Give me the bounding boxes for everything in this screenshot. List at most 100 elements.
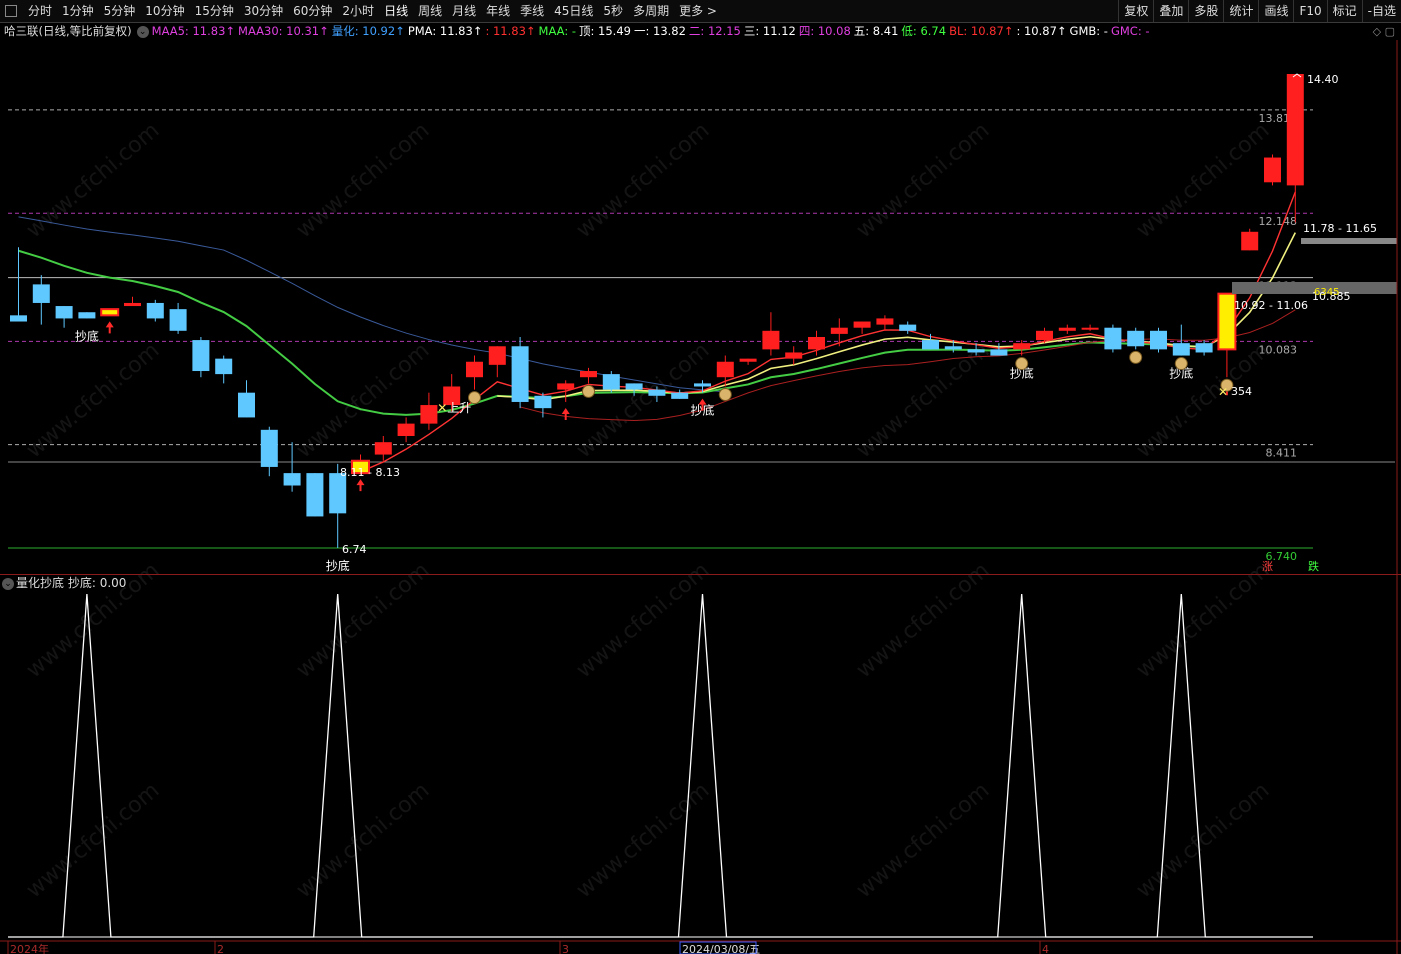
cross-icon: ✕ [437,401,447,415]
candle-body [830,327,848,334]
candle-body [100,308,120,317]
watermark-text: www.cfchi.com [22,778,164,903]
candle-body [1013,343,1031,350]
candle-body [283,473,301,486]
date-label: 3 [562,943,569,954]
candle-body [1195,343,1213,353]
candle-body [488,346,506,365]
candle-body [671,392,689,399]
candle-body [990,349,1008,356]
candle-body [853,321,871,328]
candle-body [944,346,962,350]
candle-body [466,361,483,378]
chevron-down-icon[interactable]: ⌄ [2,577,14,590]
candle-body [397,423,415,436]
candle-body [739,358,757,362]
candle-body [876,318,894,325]
watermark-text: www.cfchi.com [572,118,714,243]
low-price-label: 6.74 [342,543,367,556]
indicator-value: 抄底: 0.00 [67,576,127,590]
date-label: 4 [1042,943,1049,954]
coin-icon [582,384,595,398]
date-label: 2024年 [10,942,49,954]
watermark-text: www.cfchi.com [852,778,994,903]
indicator-name: 量化抄底 [16,576,65,590]
candle-body [1081,327,1099,330]
candle-body [78,312,96,319]
candle-body [169,309,187,331]
watermark-text: www.cfchi.com [292,118,434,243]
fall-label: 跌 [1308,559,1319,573]
price-level-label: 8.411 [1266,447,1298,460]
candle-body [306,473,324,517]
indicator-label: ⌄ 量化抄底 抄底: 0.00 [2,576,126,590]
panel-divider [0,574,1401,575]
candle-body [1241,231,1259,251]
candle-body [192,340,210,372]
candle-body [238,392,255,418]
cross-icon: ✕ [1218,385,1228,399]
candle-body [808,336,825,350]
candle-body [1058,327,1076,331]
watermark-text: www.cfchi.com [292,558,434,683]
candle-body [1264,157,1281,183]
date-label: 2 [217,943,224,954]
candle-body [1172,343,1190,356]
coin-icon [1129,350,1143,364]
watermark-text: www.cfchi.com [852,558,994,683]
watermark-text: www.cfchi.com [852,118,994,243]
candle-body [1036,330,1053,341]
candle-body [694,383,711,387]
candle-body [1286,74,1304,186]
right-value-2-label: 6345 [1314,287,1339,298]
candle-body [215,358,233,375]
candle-body [648,389,666,396]
price-level-label: 12.148 [1259,215,1298,228]
candle-body [899,324,917,331]
candle-body [1127,330,1145,347]
candle-body [329,473,347,514]
range-low-label: 8.11 - 8.13 [340,466,400,479]
range-mid-label: 10.92 - 11.06 [1234,299,1308,312]
candle-body [602,374,620,390]
coin-icon [718,387,732,401]
high-price-label: 14.40 [1307,73,1339,86]
watermark-text: www.cfchi.com [572,778,714,903]
candle-body [10,315,27,322]
candle-body [124,302,141,307]
coin-icon [1174,357,1188,371]
range-top-label: 11.78 - 11.65 [1303,222,1377,235]
dip-signal-label: 抄底 [326,558,350,573]
rise-label: 涨 [1262,560,1273,573]
candle-body [625,383,643,390]
candle-body [716,361,734,378]
indicator-line [8,593,1313,938]
candle-body [374,442,392,455]
up-arrow-icon [105,321,114,334]
range-top-bar [1301,238,1397,244]
rise-signal-label: 上升 [447,401,471,415]
candle-body [146,302,164,319]
cross-value-label: 354 [1231,385,1252,398]
watermark-text: www.cfchi.com [1132,558,1274,683]
up-arrow-icon [561,407,570,420]
watermark-text: www.cfchi.com [572,338,714,463]
candle-body [511,346,529,402]
coin-icon [1015,357,1029,371]
candlestick-chart[interactable]: www.cfchi.com www.cfchi.com www.cfchi.com w… [0,0,1401,954]
candle-body [922,340,939,350]
price-level-label: 10.083 [1259,343,1298,356]
candle-body [785,352,803,359]
candle-body [260,429,278,467]
up-arrow-icon [356,479,365,492]
watermark-text: www.cfchi.com [572,558,714,683]
candle-body [420,405,438,424]
candle-body [1217,292,1237,351]
candle-body [1150,330,1167,350]
date-label: 2024/03/08/五 [682,943,760,954]
watermark-text: www.cfchi.com [1132,338,1274,463]
candle-body [32,284,50,303]
watermark-text: www.cfchi.com [22,118,164,243]
watermark-text: www.cfchi.com [1132,118,1274,243]
candle-body [967,349,985,353]
